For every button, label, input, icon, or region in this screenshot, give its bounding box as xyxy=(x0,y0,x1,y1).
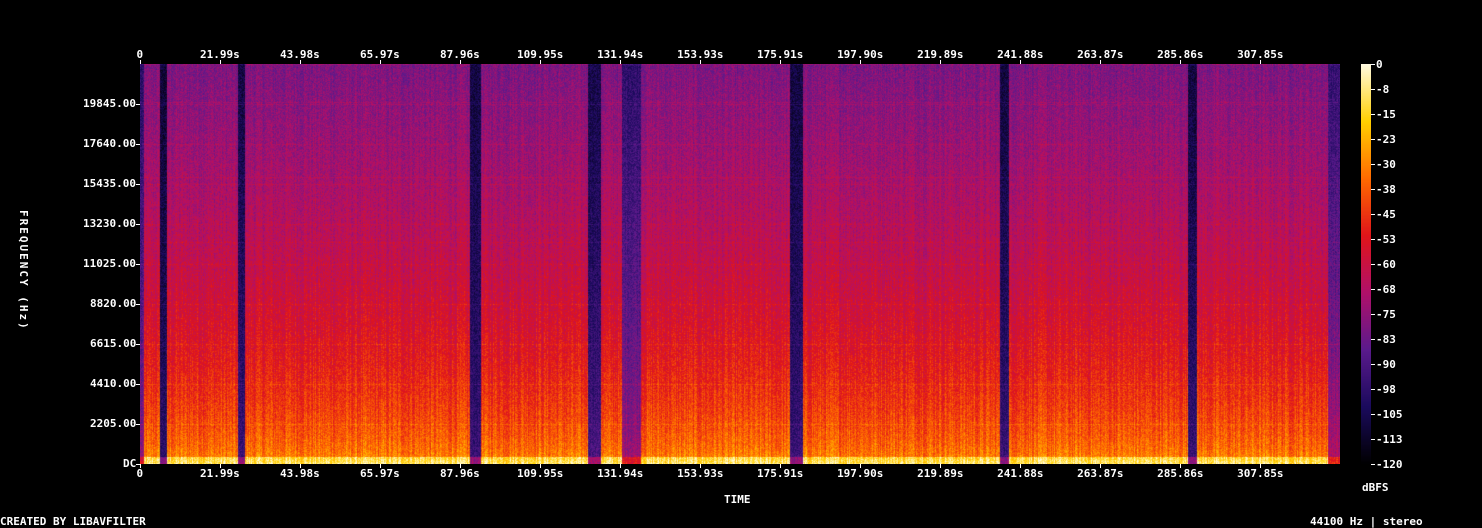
colorbar-tick-label: -30 xyxy=(1376,158,1396,171)
x-tick-label-bottom: 87.96s xyxy=(440,467,480,480)
colorbar-tick-label: -45 xyxy=(1376,208,1396,221)
x-tick-label-bottom: 153.93s xyxy=(677,467,724,480)
x-tick-mark-bottom xyxy=(859,464,861,468)
x-tick-label-bottom: 0 xyxy=(136,467,144,480)
colorbar-tick-mark xyxy=(1371,163,1375,165)
colorbar-tick-mark xyxy=(1371,188,1375,190)
colorbar-tick-label: -15 xyxy=(1376,108,1396,121)
x-tick-mark-bottom xyxy=(939,464,941,468)
x-tick-label-bottom: 21.99s xyxy=(200,467,240,480)
x-tick-mark-bottom xyxy=(219,464,221,468)
x-tick-mark-bottom xyxy=(1259,464,1261,468)
colorbar-tick-label: -38 xyxy=(1376,183,1396,196)
colorbar-tick-mark xyxy=(1371,388,1375,390)
colorbar-tick-mark xyxy=(1371,288,1375,290)
colorbar-tick-label: -105 xyxy=(1376,408,1403,421)
y-tick-label: 8820.00 xyxy=(90,297,137,310)
x-tick-mark-bottom xyxy=(139,464,141,468)
x-tick-label-bottom: 43.98s xyxy=(280,467,320,480)
spectrogram-heatmap xyxy=(140,64,1340,464)
colorbar-tick-label: -90 xyxy=(1376,358,1396,371)
x-tick-mark-bottom xyxy=(1179,464,1181,468)
x-tick-mark-bottom xyxy=(1099,464,1101,468)
y-tick-label: 13230.00 xyxy=(83,217,136,230)
colorbar-tick-label: -83 xyxy=(1376,333,1396,346)
y-tick-label: 15435.00 xyxy=(83,177,136,190)
x-tick-label-bottom: 175.91s xyxy=(757,467,804,480)
colorbar-tick-mark xyxy=(1371,138,1375,140)
x-tick-label-bottom: 263.87s xyxy=(1077,467,1124,480)
colorbar-tick-mark xyxy=(1371,363,1375,365)
y-axis-title: FREQUENCY (Hz) xyxy=(17,210,30,331)
colorbar-tick-label: -8 xyxy=(1376,83,1390,96)
y-tick-label: 19845.00 xyxy=(83,97,136,110)
colorbar-gradient xyxy=(1361,64,1371,464)
colorbar xyxy=(1361,64,1371,464)
colorbar-tick-mark xyxy=(1371,63,1375,65)
x-tick-label-bottom: 131.94s xyxy=(597,467,644,480)
colorbar-title: dBFS xyxy=(1362,481,1389,494)
x-tick-label-bottom: 109.95s xyxy=(517,467,564,480)
colorbar-tick-mark xyxy=(1371,438,1375,440)
colorbar-tick-mark xyxy=(1371,338,1375,340)
x-tick-label-bottom: 307.85s xyxy=(1237,467,1284,480)
x-axis-title: TIME xyxy=(724,493,751,506)
x-tick-label-bottom: 65.97s xyxy=(360,467,400,480)
x-tick-mark-bottom xyxy=(699,464,701,468)
colorbar-tick-label: -23 xyxy=(1376,133,1396,146)
x-tick-mark-bottom xyxy=(459,464,461,468)
x-tick-mark-bottom xyxy=(779,464,781,468)
x-tick-mark-bottom xyxy=(299,464,301,468)
colorbar-tick-label: -60 xyxy=(1376,258,1396,271)
colorbar-tick-mark xyxy=(1371,213,1375,215)
y-tick-label: 17640.00 xyxy=(83,137,136,150)
x-tick-mark-bottom xyxy=(539,464,541,468)
y-tick-label: 4410.00 xyxy=(90,377,137,390)
colorbar-tick-mark xyxy=(1371,263,1375,265)
colorbar-tick-mark xyxy=(1371,413,1375,415)
colorbar-tick-label: -113 xyxy=(1376,433,1403,446)
colorbar-tick-mark xyxy=(1371,238,1375,240)
x-tick-mark-bottom xyxy=(619,464,621,468)
footer-audio-info: 44100 Hz | stereo xyxy=(1310,515,1423,528)
colorbar-tick-label: -120 xyxy=(1376,458,1403,471)
x-tick-label-bottom: 241.88s xyxy=(997,467,1044,480)
colorbar-tick-label: -53 xyxy=(1376,233,1396,246)
spectrogram-plot-area xyxy=(140,64,1340,464)
footer-credit: CREATED BY LIBAVFILTER xyxy=(0,515,146,528)
y-axis-title-wrap: FREQUENCY (Hz) xyxy=(14,210,34,350)
colorbar-tick-label: -75 xyxy=(1376,308,1396,321)
x-tick-label-bottom: 197.90s xyxy=(837,467,884,480)
y-tick-label: DC xyxy=(123,457,137,470)
colorbar-tick-mark xyxy=(1371,88,1375,90)
colorbar-tick-label: -68 xyxy=(1376,283,1396,296)
colorbar-tick-mark xyxy=(1371,463,1375,465)
colorbar-tick-mark xyxy=(1371,113,1375,115)
x-tick-label-bottom: 219.89s xyxy=(917,467,964,480)
colorbar-tick-mark xyxy=(1371,313,1375,315)
y-tick-label: 11025.00 xyxy=(83,257,136,270)
y-tick-label: 6615.00 xyxy=(90,337,137,350)
x-tick-label-bottom: 285.86s xyxy=(1157,467,1204,480)
x-tick-mark-bottom xyxy=(1019,464,1021,468)
colorbar-tick-label: -98 xyxy=(1376,383,1396,396)
y-tick-label: 2205.00 xyxy=(90,417,137,430)
x-tick-mark-bottom xyxy=(379,464,381,468)
colorbar-tick-label: 0 xyxy=(1376,58,1383,71)
